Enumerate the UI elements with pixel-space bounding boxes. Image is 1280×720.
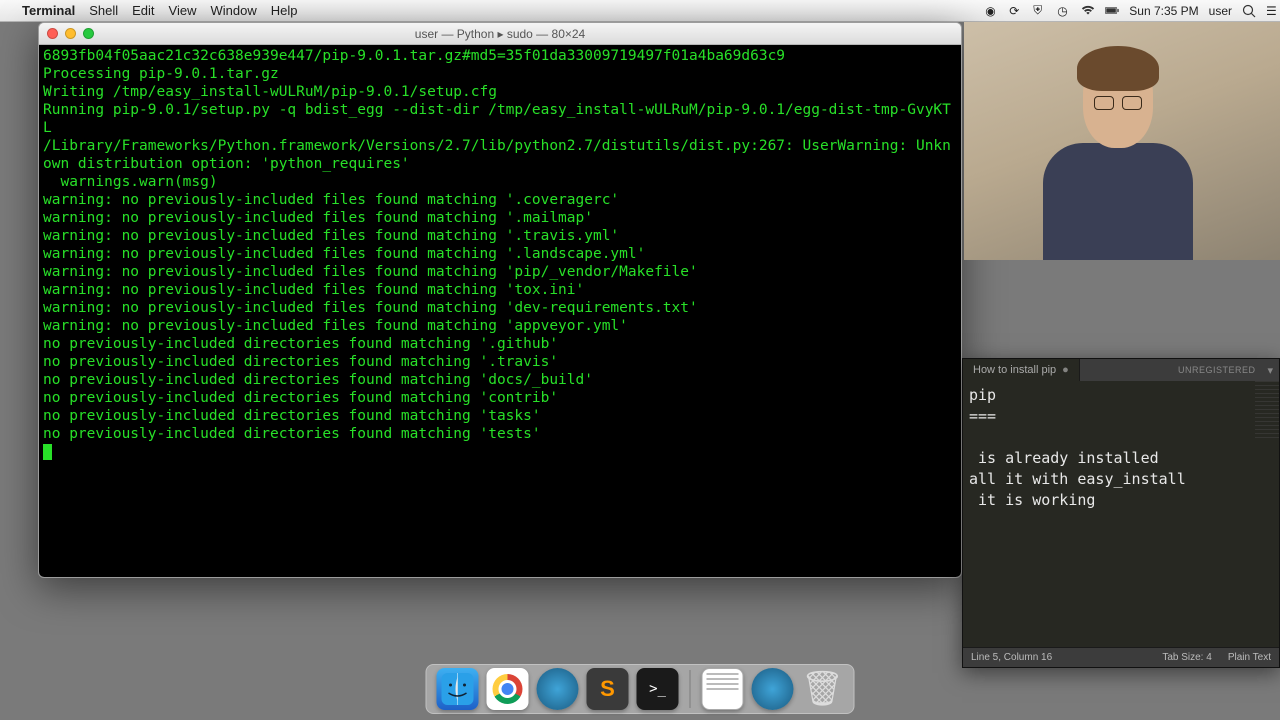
close-icon[interactable] (47, 28, 58, 39)
document-icon[interactable] (702, 668, 744, 710)
trash-icon[interactable]: 🗑 (802, 668, 844, 710)
editor-tab[interactable]: How to install pip ● (963, 359, 1080, 381)
app-icon[interactable] (537, 668, 579, 710)
terminal-titlebar[interactable]: user — Python ▸ sudo — 80×24 (39, 23, 961, 45)
record-icon[interactable]: ◉ (985, 4, 999, 18)
editor-body[interactable]: pip === is already installed all it with… (963, 381, 1279, 647)
user-name[interactable]: user (1209, 4, 1232, 18)
cursor-position[interactable]: Line 5, Column 16 (971, 652, 1052, 663)
menubar: Terminal Shell Edit View Window Help ◉ ⟳… (0, 0, 1280, 22)
terminal-output[interactable]: 6893fb04f05aac21c32c638e939e447/pip-9.0.… (39, 45, 961, 577)
menu-view[interactable]: View (169, 3, 197, 18)
sublime-icon[interactable]: S (587, 668, 629, 710)
menu-shell[interactable]: Shell (89, 3, 118, 18)
menu-help[interactable]: Help (271, 3, 298, 18)
sync-icon[interactable]: ⟳ (1009, 4, 1023, 18)
wifi-icon[interactable] (1081, 5, 1095, 17)
zoom-icon[interactable] (83, 28, 94, 39)
dropdown-icon[interactable]: ▾ (1267, 364, 1273, 377)
shield-icon[interactable]: ⛨ (1033, 3, 1047, 18)
dock: S >_ 🗑 (426, 664, 855, 714)
battery-icon[interactable] (1105, 5, 1119, 16)
menu-window[interactable]: Window (211, 3, 257, 18)
cursor-icon (43, 444, 52, 460)
app-icon-2[interactable] (752, 668, 794, 710)
terminal-text: 6893fb04f05aac21c32c638e939e447/pip-9.0.… (43, 48, 951, 442)
terminal-dock-icon[interactable]: >_ (637, 668, 679, 710)
webcam-feed (964, 22, 1280, 260)
editor-tab-label: How to install pip (973, 364, 1056, 376)
clock[interactable]: Sun 7:35 PM (1129, 4, 1198, 18)
dock-separator (690, 670, 691, 708)
modified-dot-icon: ● (1062, 364, 1069, 376)
chrome-icon[interactable] (487, 668, 529, 710)
editor-content: pip === is already installed all it with… (969, 386, 1186, 509)
minimap[interactable] (1255, 381, 1279, 441)
spotlight-icon[interactable] (1242, 4, 1256, 18)
editor-statusbar: Line 5, Column 16 Tab Size: 4 Plain Text (963, 647, 1279, 667)
unregistered-label: UNREGISTERED (1178, 365, 1256, 375)
tab-size[interactable]: Tab Size: 4 (1162, 652, 1211, 663)
finder-icon[interactable] (437, 668, 479, 710)
menu-edit[interactable]: Edit (132, 3, 154, 18)
menu-extras-icon[interactable]: ☰ (1266, 4, 1280, 18)
editor-window: How to install pip ● UNREGISTERED ▾ pip … (962, 358, 1280, 668)
minimize-icon[interactable] (65, 28, 76, 39)
terminal-title: user — Python ▸ sudo — 80×24 (39, 27, 961, 41)
editor-tabbar: How to install pip ● UNREGISTERED ▾ (963, 359, 1279, 381)
syntax-mode[interactable]: Plain Text (1228, 652, 1271, 663)
terminal-window: user — Python ▸ sudo — 80×24 6893fb04f05… (38, 22, 962, 578)
clock-small-icon[interactable]: ◷ (1057, 4, 1071, 18)
active-app-name[interactable]: Terminal (22, 3, 75, 18)
